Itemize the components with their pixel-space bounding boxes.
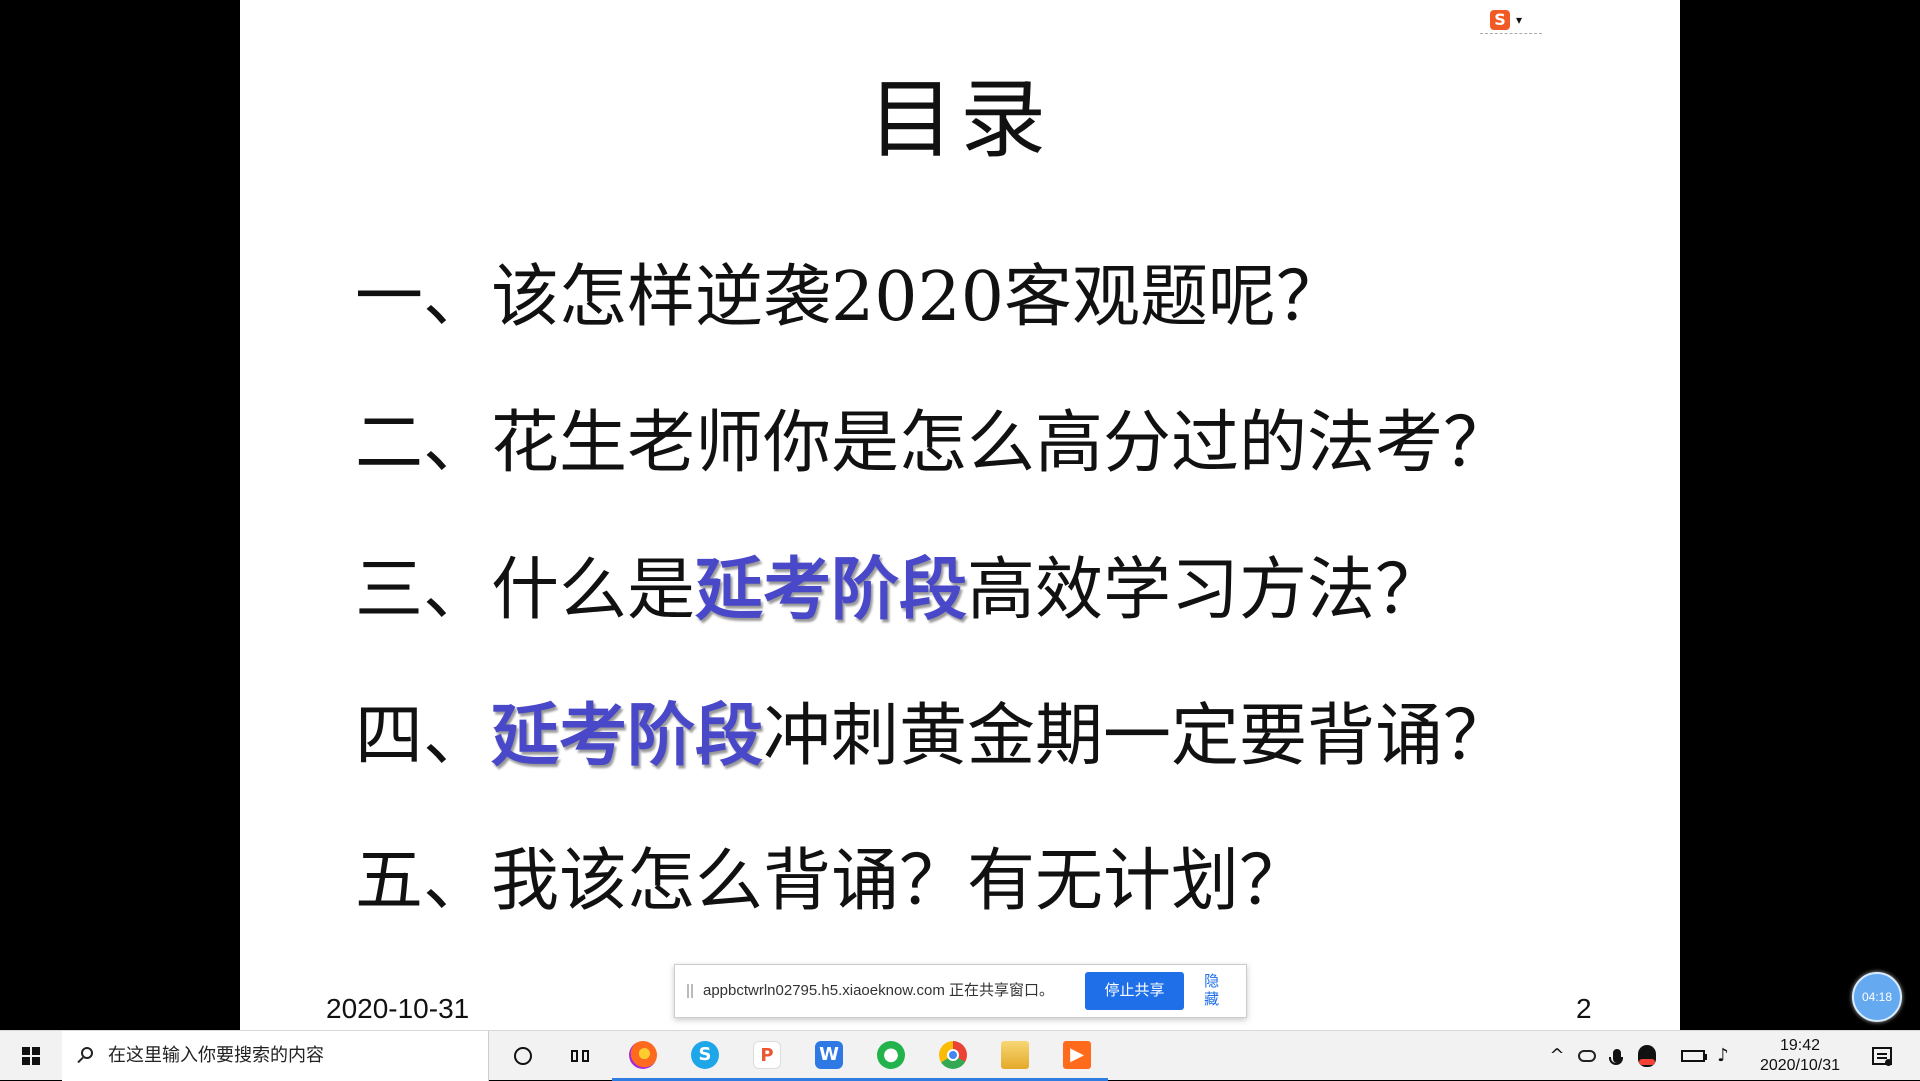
slide-date: 2020-10-31 xyxy=(326,993,470,1024)
task-view-button[interactable] xyxy=(552,1031,610,1081)
clock-time: 19:42 xyxy=(1779,1037,1821,1054)
screen-share-bar: appbctwrln02795.h5.xiaoeknow.com 正在共享窗口。… xyxy=(674,964,1247,1018)
sogou-browser-icon: S xyxy=(691,1040,719,1069)
taskbar-app-media-player[interactable]: ▶ xyxy=(1046,1031,1108,1081)
system-tray: ^ ♪ 19:42 2020/10/31 xyxy=(1540,1031,1920,1081)
media-player-icon: ▶ xyxy=(1063,1040,1091,1069)
wps-pdf-icon: P xyxy=(753,1040,781,1069)
toc-item-4: 四、延考阶段冲刺黄金期一定要背诵？ xyxy=(355,686,1615,832)
qq-icon[interactable] xyxy=(1634,1043,1660,1069)
wechat-icon: ● xyxy=(877,1040,905,1069)
stop-share-button[interactable]: 停止共享 xyxy=(1084,972,1185,1010)
toc-item-1: 一、该怎样逆袭2020客观题呢？ xyxy=(355,248,1615,394)
toc-item-text: 一、该怎样逆袭2020客观题呢？ xyxy=(355,258,1345,337)
drag-handle-icon[interactable] xyxy=(687,984,693,998)
toc-item-text: 五、我该怎么背诵？有无计划？ xyxy=(355,842,1308,921)
table-of-contents: 一、该怎样逆袭2020客观题呢？ 二、花生老师你是怎么高分过的法考？ 三、什么是… xyxy=(355,248,1615,978)
slide-page-number: 2 xyxy=(1576,993,1592,1024)
taskbar-clock[interactable]: 19:42 2020/10/31 xyxy=(1750,1036,1850,1076)
toc-item-3: 三、什么是延考阶段高效学习方法？ xyxy=(355,540,1615,686)
hide-share-bar-link[interactable]: 隐藏 xyxy=(1204,973,1234,1009)
notification-center-icon[interactable] xyxy=(1872,1047,1892,1066)
taskbar-app-file-explorer[interactable] xyxy=(984,1031,1046,1081)
wps-writer-icon: W xyxy=(815,1040,843,1069)
notification-dot-icon xyxy=(1885,1059,1892,1066)
windows-logo-icon xyxy=(22,1047,40,1065)
taskbar-search-box[interactable]: 在这里输入你要搜索的内容 xyxy=(62,1031,489,1081)
toc-highlight: 延考阶段 xyxy=(695,550,968,630)
share-status-text: appbctwrln02795.h5.xiaoeknow.com 正在共享窗口。 xyxy=(702,982,1054,999)
toc-highlight: 延考阶段 xyxy=(491,696,764,776)
firefox-icon xyxy=(629,1040,657,1069)
toc-item-5: 五、我该怎么背诵？有无计划？ xyxy=(355,832,1615,978)
screen-stage: S ▾ 目录 一、该怎样逆袭2020客观题呢？ 二、花生老师你是怎么高分过的法考… xyxy=(0,0,1920,1030)
taskbar-app-sogou-browser[interactable]: S xyxy=(674,1031,736,1081)
ime-toolbar[interactable]: S ▾ xyxy=(1480,6,1542,34)
cortana-button[interactable] xyxy=(494,1031,552,1081)
taskbar-app-wechat[interactable]: ● xyxy=(860,1031,922,1081)
clock-date: 2020/10/31 xyxy=(1759,1057,1841,1074)
search-icon xyxy=(76,1046,96,1066)
taskbar-app-wps-pdf[interactable]: P xyxy=(736,1031,798,1081)
ime-menu-chevron-icon[interactable]: ▾ xyxy=(1516,14,1522,26)
volume-icon[interactable]: ♪ xyxy=(1710,1043,1736,1069)
battery-icon[interactable] xyxy=(1680,1043,1707,1069)
chrome-icon xyxy=(939,1040,967,1069)
taskbar-app-firefox[interactable] xyxy=(612,1031,674,1081)
taskbar-app-chrome[interactable] xyxy=(922,1031,984,1081)
task-view-icon xyxy=(570,1047,592,1065)
battery-shape-icon xyxy=(1681,1050,1707,1062)
toc-item-suffix: 冲刺黄金期一定要背诵？ xyxy=(763,697,1512,776)
sogou-ime-icon[interactable]: S xyxy=(1490,9,1510,30)
toc-item-2: 二、花生老师你是怎么高分过的法考？ xyxy=(355,394,1615,540)
mic-icon xyxy=(1609,1049,1623,1065)
floating-timer[interactable]: 04:18 xyxy=(1852,972,1902,1022)
file-explorer-icon xyxy=(1001,1040,1029,1069)
slide-title: 目录 xyxy=(868,70,1052,170)
toc-item-text: 二、花生老师你是怎么高分过的法考？ xyxy=(355,404,1512,483)
start-button[interactable] xyxy=(0,1031,62,1081)
windows-taskbar: 在这里输入你要搜索的内容 S P W ● ▶ ^ ♪ 19:42 2020/10… xyxy=(0,1030,1920,1081)
circle-icon xyxy=(514,1047,532,1065)
search-placeholder: 在这里输入你要搜索的内容 xyxy=(108,1045,324,1066)
toc-item-suffix: 高效学习方法？ xyxy=(967,551,1444,630)
presentation-slide: S ▾ 目录 一、该怎样逆袭2020客观题呢？ 二、花生老师你是怎么高分过的法考… xyxy=(240,0,1680,1030)
taskbar-app-wps-writer[interactable]: W xyxy=(798,1031,860,1081)
toc-item-prefix: 三、什么是 xyxy=(355,551,696,630)
cloud-icon xyxy=(1578,1050,1596,1062)
toc-item-prefix: 四、 xyxy=(355,697,492,776)
onedrive-cloud-icon[interactable] xyxy=(1574,1043,1600,1069)
show-hidden-icons-chevron-icon[interactable]: ^ xyxy=(1544,1043,1570,1069)
microphone-icon[interactable] xyxy=(1604,1043,1630,1069)
penguin-icon xyxy=(1638,1045,1656,1067)
